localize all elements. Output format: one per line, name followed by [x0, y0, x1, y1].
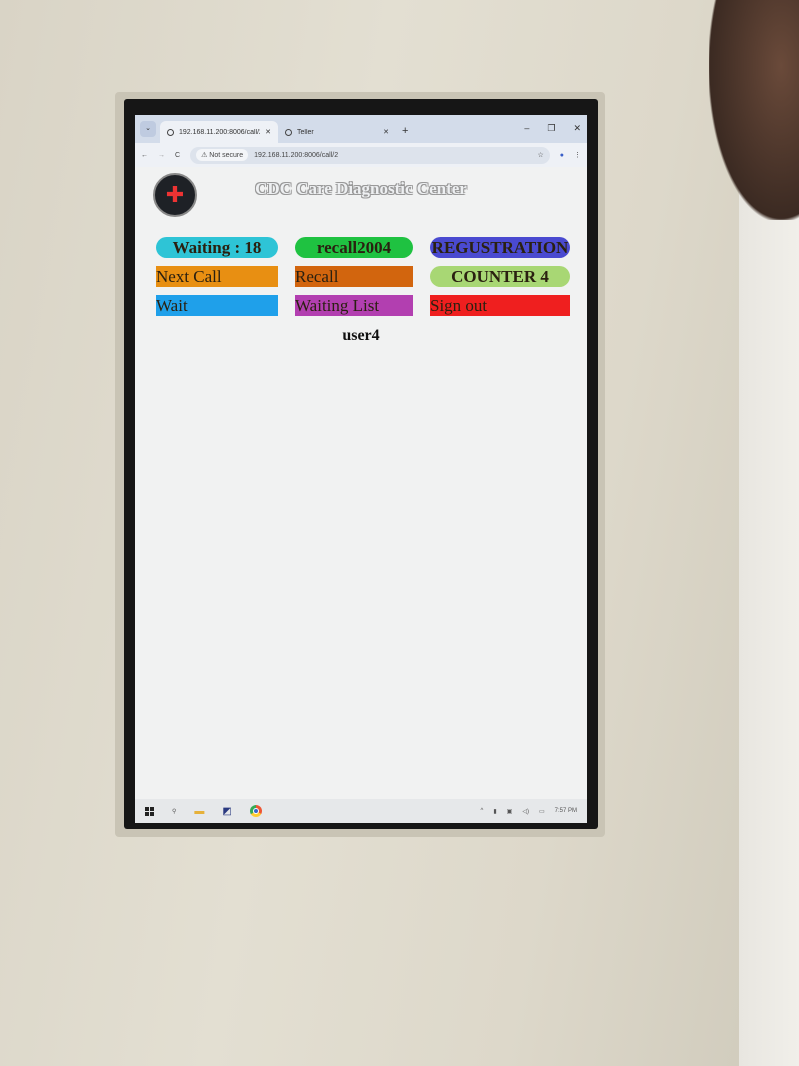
screen: ⌄ 192.168.11.200:8006/call/2 ✕ Teller ✕ …	[135, 115, 587, 823]
browser-toolbar: ← → C ⚠ Not secure 192.168.11.200:8006/c…	[135, 143, 587, 167]
clock[interactable]: 7:57 PM	[555, 808, 577, 814]
page-content: ✚ CDC Care Diagnostic Center Waiting : 1…	[135, 167, 587, 799]
search-icon[interactable]: ⚲	[172, 808, 176, 815]
close-icon[interactable]: ✕	[383, 128, 389, 136]
address-bar[interactable]: ⚠ Not secure 192.168.11.200:8006/call/2 …	[190, 146, 550, 164]
windows-start-icon[interactable]	[145, 806, 154, 816]
chevron-up-icon[interactable]: ^	[481, 808, 484, 814]
recall-button[interactable]: Recall	[295, 266, 413, 287]
system-tray: ^ ▮ ▣ ◁) ▭ 7:57 PM	[481, 808, 577, 815]
waiting-18-button[interactable]: Waiting : 18	[156, 237, 278, 258]
back-icon[interactable]: ←	[141, 152, 148, 159]
profile-icon[interactable]: ●	[560, 152, 564, 159]
tab-title: Teller	[297, 128, 314, 136]
security-label: Not secure	[209, 152, 244, 159]
recall2004-button[interactable]: recall2004	[295, 237, 413, 258]
globe-icon	[167, 128, 174, 136]
menu-icon[interactable]: ⋮	[574, 151, 581, 159]
page-title: CDC Care Diagnostic Center	[255, 179, 467, 198]
window-controls: – ❐ ✕	[524, 123, 581, 134]
tab-call[interactable]: 192.168.11.200:8006/call/2 ✕	[160, 121, 278, 143]
chrome-icon[interactable]	[249, 805, 262, 817]
tab-strip: ⌄ 192.168.11.200:8006/call/2 ✕ Teller ✕ …	[135, 115, 587, 143]
restore-icon[interactable]: ❐	[547, 123, 555, 134]
star-icon[interactable]: ☆	[537, 151, 543, 159]
regustration-button[interactable]: REGUSTRATION	[430, 237, 570, 258]
volume-icon[interactable]: ◁)	[522, 808, 529, 815]
counter-4-button[interactable]: COUNTER 4	[430, 266, 570, 287]
next-call-button[interactable]: Next Call	[156, 266, 278, 287]
tab-teller[interactable]: Teller ✕	[278, 121, 396, 143]
new-tab-button[interactable]: +	[402, 125, 408, 137]
file-explorer-icon[interactable]: ▬	[194, 806, 204, 817]
minimize-icon[interactable]: –	[524, 123, 529, 134]
button-grid: Waiting : 18 recall2004 REGUSTRATION Next C…	[156, 237, 570, 316]
network-icon[interactable]: ▣	[507, 808, 513, 815]
reload-icon[interactable]: C	[175, 152, 180, 159]
keyboard-icon[interactable]: ▭	[539, 808, 545, 815]
wait-button[interactable]: Wait	[156, 295, 278, 316]
forward-icon[interactable]: →	[158, 152, 165, 159]
close-icon[interactable]: ✕	[265, 128, 271, 136]
battery-icon[interactable]: ▮	[493, 808, 496, 815]
tab-title: 192.168.11.200:8006/call/2	[179, 128, 261, 136]
security-chip[interactable]: ⚠ Not secure	[196, 149, 249, 161]
tab-search-button[interactable]: ⌄	[140, 121, 156, 137]
app-icon[interactable]: ◩	[222, 806, 231, 817]
hand	[709, 0, 799, 220]
sign-out-button[interactable]: Sign out	[430, 295, 570, 316]
url-text: 192.168.11.200:8006/call/2	[254, 151, 339, 159]
user-label: user4	[342, 327, 380, 344]
taskbar: ⚲ ▬ ◩ ^ ▮ ▣ ◁) ▭ 7:57 PM	[135, 799, 587, 823]
waiting-list-button[interactable]: Waiting List	[295, 295, 413, 316]
close-window-icon[interactable]: ✕	[573, 123, 581, 134]
globe-icon	[285, 128, 292, 136]
